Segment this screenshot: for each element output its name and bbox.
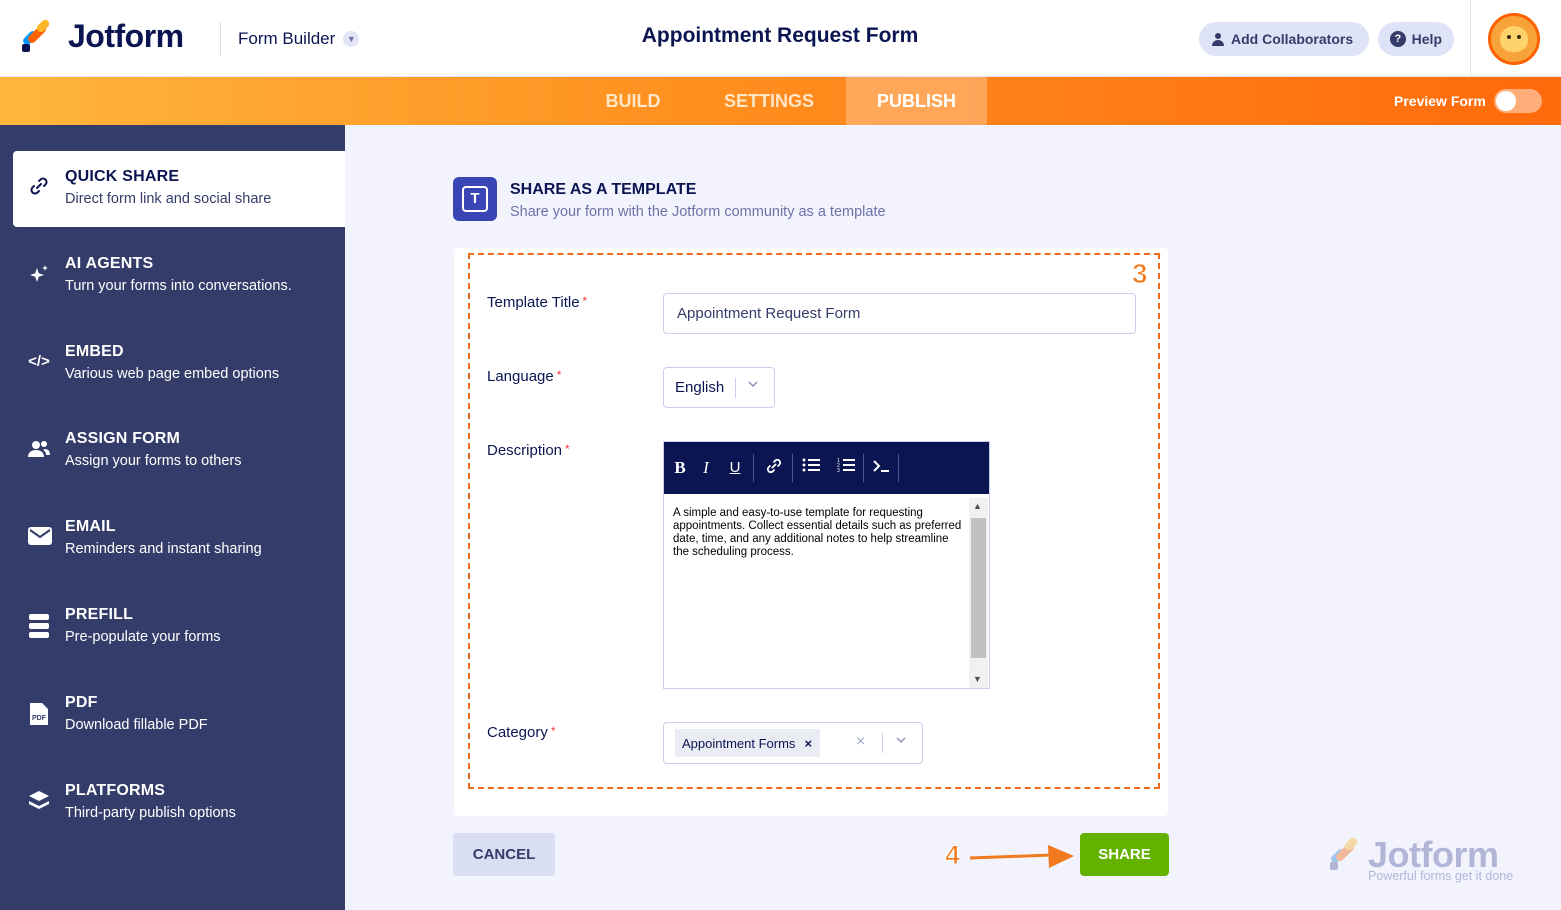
jotform-logo[interactable]: Jotform (20, 17, 184, 55)
share-button[interactable]: SHARE (1080, 833, 1169, 876)
sidebar-item-subtitle: Third-party publish options (65, 805, 236, 821)
annotation-arrow-icon (969, 845, 1074, 868)
form-builder-dropdown[interactable]: Form Builder ▼ (238, 29, 360, 49)
section-subtitle: Share your form with the Jotform communi… (510, 204, 886, 220)
sidebar-item-email[interactable]: EMAIL Reminders and instant sharing (13, 501, 345, 577)
chevron-down-icon: ▼ (343, 31, 360, 47)
sidebar-item-title: AI AGENTS (65, 255, 154, 272)
jotform-logo-icon (20, 17, 54, 54)
sidebar-item-ai-agents[interactable]: AI AGENTS Turn your forms into conversat… (13, 238, 345, 314)
category-chip: Appointment Forms × (675, 729, 821, 757)
editor-toolbar: B I U 123 (664, 442, 989, 494)
scroll-up-icon[interactable]: ▲ (973, 501, 982, 511)
toggle-knob (1496, 91, 1516, 111)
sidebar-item-pdf[interactable]: PDF PDF Download fillable PDF (13, 677, 345, 753)
jotform-watermark: Jotform Powerful forms get it done (1326, 832, 1526, 888)
language-select[interactable]: English (663, 367, 775, 408)
tab-build[interactable]: BUILD (590, 77, 676, 125)
description-label: Description * (487, 442, 570, 459)
numbered-list-icon[interactable]: 123 (836, 457, 856, 479)
sidebar-item-embed[interactable]: </> EMBED Various web page embed options (13, 326, 345, 402)
sidebar-item-prefill[interactable]: PREFILL Pre-populate your forms (13, 589, 345, 665)
sidebar-item-title: PREFILL (65, 606, 134, 623)
prefill-icon (27, 613, 51, 638)
category-label: Category * (487, 724, 556, 741)
avatar-face-icon (1500, 26, 1528, 52)
template-title-input[interactable] (663, 293, 1136, 334)
cancel-button[interactable]: CANCEL (453, 833, 555, 876)
code-block-icon[interactable] (871, 457, 891, 479)
template-icon: T (453, 177, 497, 221)
chevron-down-icon[interactable] (895, 734, 907, 749)
question-icon: ? (1390, 31, 1406, 47)
tab-publish[interactable]: PUBLISH (846, 77, 987, 125)
form-builder-label: Form Builder (238, 29, 336, 48)
preview-form-toggle[interactable] (1494, 89, 1542, 113)
sidebar-item-subtitle: Turn your forms into conversations. (65, 278, 292, 294)
sidebar-item-title: PDF (65, 694, 98, 711)
sidebar-item-quick-share[interactable]: QUICK SHARE Direct form link and social … (13, 151, 345, 227)
add-collaborators-label: Add Collaborators (1231, 31, 1354, 47)
header-divider-right (1470, 0, 1471, 77)
editor-scrollbar[interactable]: ▲ ▼ (969, 498, 988, 688)
clear-icon[interactable]: × (856, 733, 865, 751)
link-icon (27, 175, 51, 199)
language-label: Language * (487, 368, 562, 385)
category-chip-label: Appointment Forms (682, 735, 796, 751)
tab-settings[interactable]: SETTINGS (706, 77, 832, 125)
bold-icon[interactable]: B (672, 457, 688, 479)
form-title[interactable]: Appointment Request Form (560, 24, 1000, 48)
code-icon: </> (28, 353, 50, 370)
sidebar-item-assign-form[interactable]: ASSIGN FORM Assign your forms to others (13, 413, 345, 489)
preview-form-label: Preview Form (1394, 93, 1486, 109)
watermark-tagline: Powerful forms get it done (1368, 869, 1514, 883)
svg-text:3: 3 (837, 468, 840, 473)
sidebar-item-subtitle: Assign your forms to others (65, 453, 242, 469)
sidebar-item-subtitle: Reminders and instant sharing (65, 541, 262, 557)
sidebar-item-subtitle: Pre-populate your forms (65, 629, 221, 645)
sidebar-item-subtitle: Direct form link and social share (65, 191, 272, 207)
section-title: SHARE AS A TEMPLATE (510, 181, 697, 198)
sidebar-item-platforms[interactable]: PLATFORMS Third-party publish options (13, 765, 345, 841)
publish-sidebar: QUICK SHARE Direct form link and social … (0, 125, 345, 910)
user-icon (1212, 33, 1224, 46)
layers-icon (27, 789, 51, 813)
svg-text:PDF: PDF (32, 715, 47, 722)
help-label: Help (1411, 31, 1442, 47)
envelope-icon (27, 525, 52, 549)
step-marker-4: 4 (944, 840, 961, 871)
sidebar-item-title: PLATFORMS (65, 782, 166, 799)
language-value: English (675, 379, 725, 396)
app-header: Jotform Form Builder ▼ Appointment Reque… (0, 0, 1561, 77)
scroll-down-icon[interactable]: ▼ (973, 674, 982, 684)
italic-icon[interactable]: I (699, 457, 713, 479)
sidebar-item-title: ASSIGN FORM (65, 430, 181, 447)
link-icon[interactable] (764, 457, 784, 479)
scrollbar-thumb[interactable] (971, 518, 986, 658)
description-text[interactable]: A simple and easy-to-use template for re… (673, 507, 965, 559)
step-marker-3: 3 (1132, 258, 1149, 290)
jotform-watermark-icon (1328, 836, 1364, 873)
bullet-list-icon[interactable] (801, 457, 821, 479)
header-divider (220, 22, 221, 56)
sidebar-item-title: EMBED (65, 343, 124, 360)
template-title-label: Template Title * (487, 294, 588, 311)
logo-text: Jotform (68, 18, 184, 54)
users-icon (27, 437, 51, 461)
underline-icon[interactable]: U (727, 457, 743, 479)
add-collaborators-button[interactable]: Add Collaborators (1199, 22, 1369, 56)
builder-tabs-bar: BUILD SETTINGS PUBLISH Preview Form (0, 77, 1561, 125)
pdf-icon: PDF (27, 701, 51, 725)
category-select[interactable]: Appointment Forms × × (663, 722, 923, 764)
sidebar-item-subtitle: Download fillable PDF (65, 717, 208, 733)
sparkle-icon (27, 262, 51, 286)
help-button[interactable]: ? Help (1378, 22, 1454, 56)
description-editor[interactable]: B I U 123 A simple and easy-to-use templ… (663, 441, 990, 689)
avatar[interactable] (1488, 13, 1540, 65)
sidebar-item-title: QUICK SHARE (65, 168, 180, 185)
remove-chip-icon[interactable]: × (804, 736, 812, 751)
sidebar-item-subtitle: Various web page embed options (65, 366, 280, 382)
sidebar-item-title: EMAIL (65, 518, 116, 535)
chevron-down-icon (747, 378, 759, 393)
